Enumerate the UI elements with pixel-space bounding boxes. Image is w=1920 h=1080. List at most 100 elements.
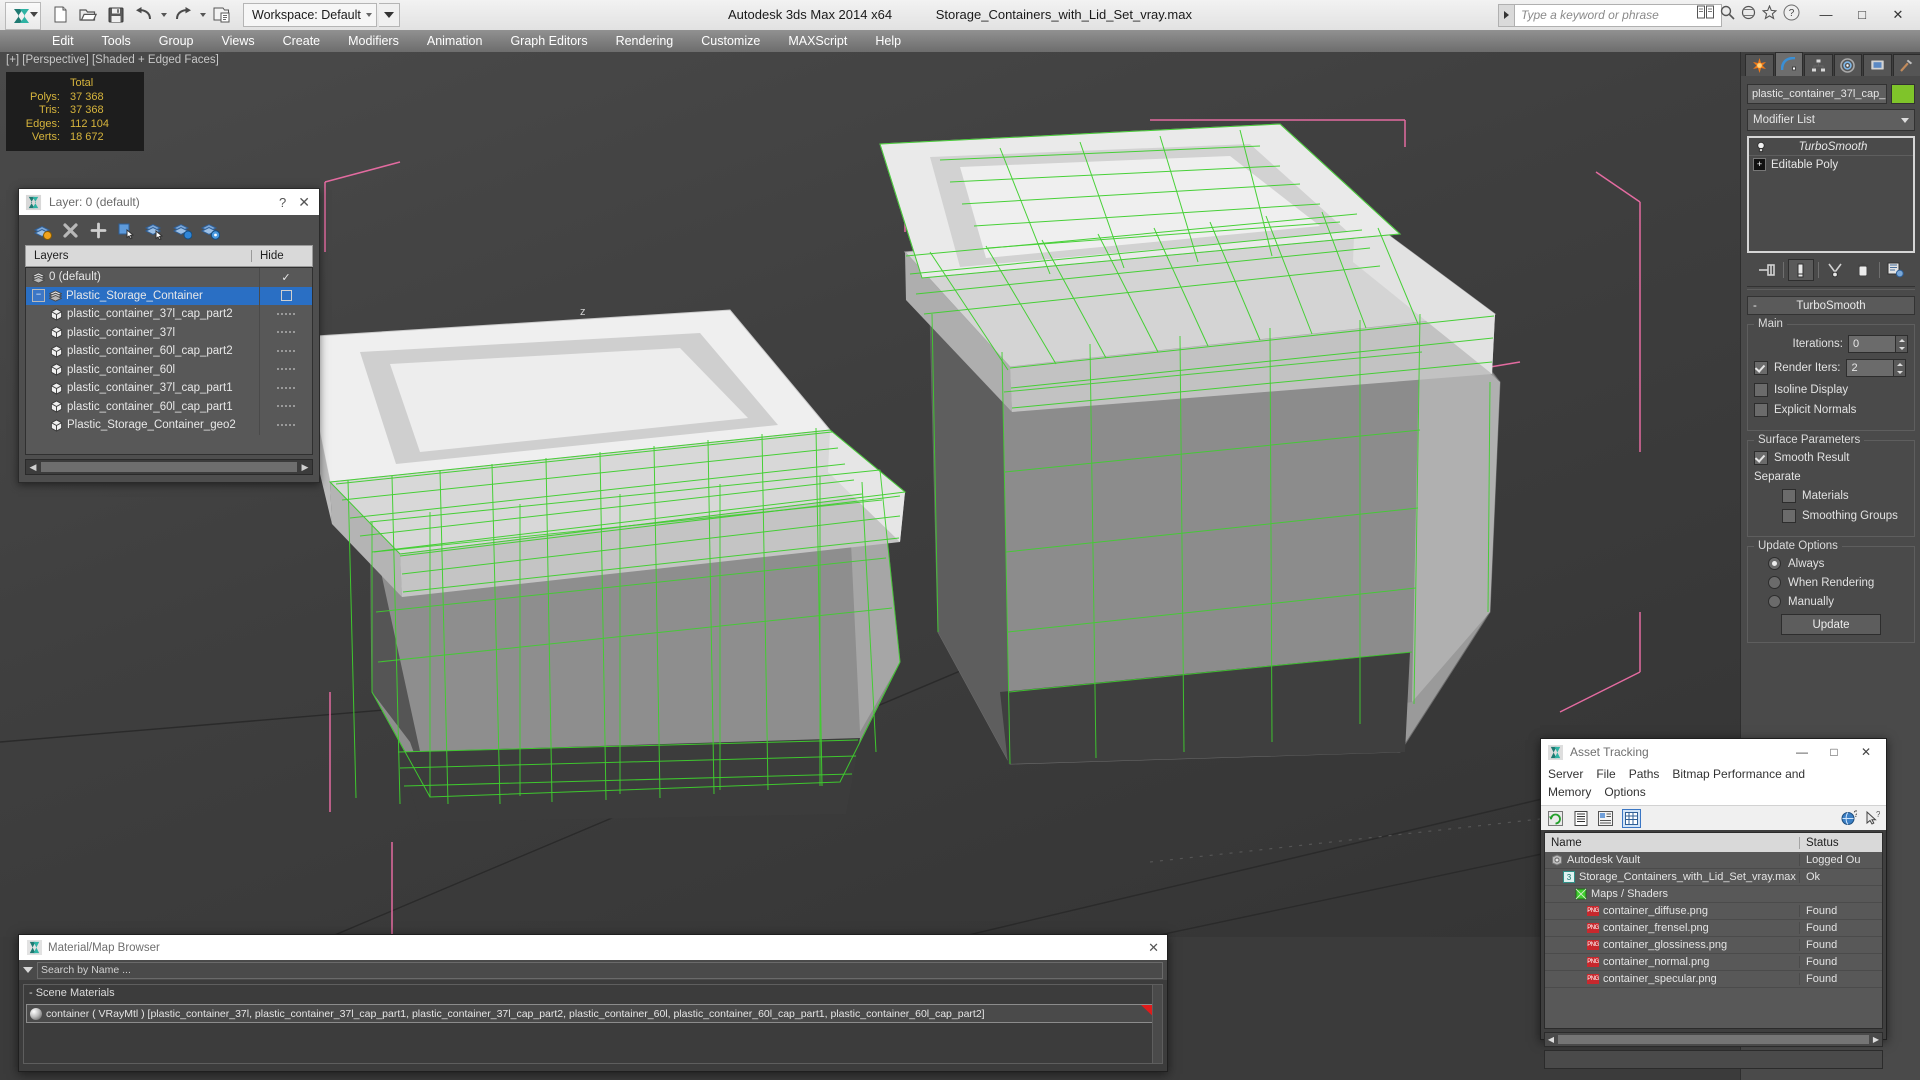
layer-row[interactable]: plastic_container_60l_cap_part2 (26, 342, 312, 361)
search-input[interactable]: Type a keyword or phrase (1514, 3, 1722, 27)
object-color-swatch[interactable] (1891, 84, 1915, 104)
tab-motion[interactable] (1833, 54, 1862, 76)
asset-close-button[interactable]: ✕ (1850, 740, 1882, 764)
menu-item-create[interactable]: Create (269, 30, 335, 52)
search-icon[interactable] (1720, 5, 1735, 20)
layer-hide-cell[interactable] (259, 305, 312, 324)
list-view-button[interactable] (1572, 810, 1589, 827)
asset-menu-file[interactable]: File (1596, 767, 1615, 781)
configure-modifier-sets-button[interactable] (1884, 260, 1908, 280)
help-globe-button[interactable]: ? (1840, 810, 1857, 827)
menu-item-rendering[interactable]: Rendering (602, 30, 688, 52)
asset-tracking-grid[interactable]: Name Status Autodesk Vault Logged Ou 3 Stor… (1544, 832, 1883, 1029)
close-button[interactable]: ✕ (1880, 2, 1916, 27)
layer-row[interactable]: Plastic_Storage_Container_geo2 (26, 416, 312, 435)
light-bulb-icon[interactable] (1755, 141, 1767, 153)
layer-hide-cell[interactable] (259, 416, 312, 435)
exchange-icon[interactable] (1697, 5, 1714, 20)
layer-row[interactable]: − Plastic_Storage_Container (26, 286, 312, 305)
asset-menu-options[interactable]: Options (1604, 785, 1645, 799)
create-new-layer-button[interactable] (31, 219, 53, 241)
menu-item-edit[interactable]: Edit (38, 30, 88, 52)
scroll-right-icon[interactable]: ▶ (1870, 1035, 1882, 1044)
communication-center-icon[interactable] (1741, 5, 1756, 20)
layer-list[interactable]: 0 (default) ✓ − Plastic_Storage_Container pl… (25, 267, 313, 455)
layer-dialog-help-button[interactable]: ? (279, 195, 298, 210)
minimize-button[interactable]: — (1808, 2, 1844, 27)
layer-hide-cell[interactable] (259, 342, 312, 361)
menu-item-graph-editors[interactable]: Graph Editors (496, 30, 601, 52)
scroll-left-icon[interactable]: ◀ (26, 461, 40, 473)
layer-dialog-close-button[interactable]: ✕ (298, 194, 313, 211)
field-radio[interactable] (1768, 557, 1781, 570)
refresh-button[interactable] (1547, 810, 1564, 827)
field-radio[interactable] (1768, 595, 1781, 608)
spinner-value[interactable]: 0 (1848, 335, 1896, 353)
tab-hierarchy[interactable] (1804, 54, 1833, 76)
search-expand-button[interactable] (1498, 3, 1514, 27)
help-icon[interactable]: ? (1783, 4, 1800, 21)
maximize-button[interactable]: □ (1844, 2, 1880, 27)
asset-row[interactable]: PNG container_glossiness.png Found (1545, 937, 1882, 954)
context-help-button[interactable]: ? (1863, 810, 1880, 827)
select-objects-in-layer-button[interactable] (115, 219, 137, 241)
add-selection-to-layer-button[interactable] (87, 219, 109, 241)
asset-grid-hscrollbar[interactable]: ◀ ▶ (1544, 1032, 1883, 1047)
layer-expand-toggle[interactable]: − (32, 289, 45, 303)
asset-row[interactable]: PNG container_normal.png Found (1545, 954, 1882, 971)
material-search-input[interactable]: Search by Name ... (37, 961, 1163, 979)
delete-layer-button[interactable] (59, 219, 81, 241)
tab-display[interactable] (1863, 54, 1892, 76)
layer-row[interactable]: plastic_container_37l_cap_part1 (26, 379, 312, 398)
asset-column-status[interactable]: Status (1799, 836, 1882, 849)
asset-row[interactable]: Maps / Shaders (1545, 886, 1882, 903)
make-unique-button[interactable] (1823, 260, 1847, 280)
scroll-thumb[interactable] (41, 462, 297, 472)
layer-hide-cell[interactable] (259, 397, 312, 416)
menu-item-customize[interactable]: Customize (687, 30, 774, 52)
field-checkbox[interactable] (1782, 509, 1796, 523)
field-checkbox[interactable] (1754, 403, 1768, 417)
layer-hide-cell[interactable]: ✓ (259, 268, 312, 287)
rollout-header[interactable]: - TurboSmooth (1747, 296, 1915, 315)
menu-item-maxscript[interactable]: MAXScript (774, 30, 861, 52)
pin-stack-button[interactable] (1755, 260, 1779, 280)
asset-row[interactable]: 3 Storage_Containers_with_Lid_Set_vray.ma… (1545, 869, 1882, 886)
modifier-stack[interactable]: TurboSmooth + Editable Poly (1747, 136, 1915, 253)
asset-maximize-button[interactable]: □ (1818, 740, 1850, 764)
material-list-item[interactable]: container ( VRayMtl ) [plastic_container… (26, 1004, 1160, 1023)
material-browser-close-button[interactable]: ✕ (1148, 940, 1159, 956)
select-highlighted-layer-button[interactable] (143, 219, 165, 241)
modifier-stack-item[interactable]: + Editable Poly (1749, 156, 1913, 173)
layer-row[interactable]: plastic_container_37l (26, 323, 312, 342)
spinner-arrows[interactable] (1896, 335, 1908, 353)
modifier-list-dropdown[interactable]: Modifier List (1747, 109, 1915, 131)
remove-modifier-button[interactable] (1851, 260, 1875, 280)
asset-minimize-button[interactable]: — (1786, 740, 1818, 764)
scroll-thumb[interactable] (1558, 1035, 1869, 1044)
layer-hide-cell[interactable] (259, 323, 312, 342)
menu-item-views[interactable]: Views (207, 30, 268, 52)
menu-item-tools[interactable]: Tools (88, 30, 145, 52)
tab-utilities[interactable] (1892, 54, 1920, 76)
layer-list-hscrollbar[interactable]: ◀ ▶ (25, 459, 313, 475)
material-browser-vscrollbar[interactable] (1152, 985, 1162, 1063)
layer-hide-cell[interactable] (259, 360, 312, 379)
material-browser-menu-icon[interactable] (23, 967, 33, 973)
field-radio[interactable] (1768, 576, 1781, 589)
asset-row[interactable]: PNG container_diffuse.png Found (1545, 903, 1882, 920)
asset-menu-server[interactable]: Server (1548, 767, 1583, 781)
tab-create[interactable] (1745, 54, 1774, 76)
menu-item-group[interactable]: Group (145, 30, 208, 52)
scroll-left-icon[interactable]: ◀ (1545, 1035, 1557, 1044)
layer-hide-cell[interactable] (259, 379, 312, 398)
expand-plus-icon[interactable]: + (1753, 158, 1766, 171)
grid-view-button[interactable] (1622, 808, 1641, 828)
asset-row[interactable]: Autodesk Vault Logged Ou (1545, 852, 1882, 869)
perspective-viewport[interactable]: z [+] [Perspective] [Shaded + Edged Face… (0, 52, 1740, 937)
asset-row[interactable]: PNG container_frensel.png Found (1545, 920, 1882, 937)
layer-row[interactable]: plastic_container_60l_cap_part1 (26, 397, 312, 416)
scene-materials-section[interactable]: - Scene Materials (24, 985, 1162, 1001)
viewport-label[interactable]: [+] [Perspective] [Shaded + Edged Faces] (6, 54, 219, 66)
show-end-result-button[interactable] (1787, 259, 1814, 281)
